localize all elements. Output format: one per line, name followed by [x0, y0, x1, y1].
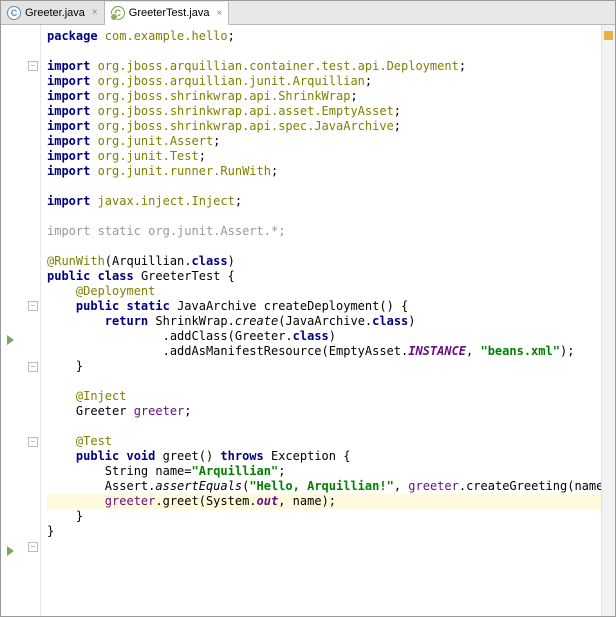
annotation: @Deployment	[76, 284, 155, 298]
junit-test-icon: C	[111, 6, 125, 20]
field-name: greeter	[134, 404, 185, 418]
warning-marker-icon[interactable]	[604, 31, 613, 40]
tab-greeter[interactable]: C Greeter.java ×	[1, 1, 105, 24]
highlighted-line: greeter.greet(System.out, name);	[47, 494, 601, 509]
import-path: org.junit.Assert	[98, 134, 214, 148]
method-name: greet()	[163, 449, 221, 463]
import-path: org.junit.runner.RunWith	[98, 164, 271, 178]
class-name: GreeterTest	[141, 269, 228, 283]
import-path: org.junit.Test	[98, 149, 199, 163]
annotation: @Inject	[76, 389, 127, 403]
fold-icon[interactable]: −	[28, 437, 38, 447]
java-class-icon: C	[7, 6, 21, 20]
keyword: import	[47, 164, 98, 178]
editor-tabs: C Greeter.java × C GreeterTest.java ×	[1, 1, 615, 25]
unused-import: import static org.junit.Assert.*;	[47, 224, 285, 238]
constant: INSTANCE	[408, 344, 466, 358]
fold-icon[interactable]: −	[28, 61, 38, 71]
error-stripe[interactable]	[601, 25, 615, 616]
keyword: import	[47, 104, 98, 118]
method-name: createDeployment()	[264, 299, 401, 313]
keyword: import	[47, 119, 98, 133]
string-literal: "Hello, Arquillian!"	[249, 479, 394, 493]
fold-icon[interactable]: −	[28, 301, 38, 311]
run-icon[interactable]	[7, 335, 14, 345]
constant: out	[257, 494, 279, 508]
string-literal: "beans.xml"	[480, 344, 559, 358]
annotation: @RunWith	[47, 254, 105, 268]
fold-icon[interactable]: −	[28, 362, 38, 372]
string-literal: "Arquillian"	[192, 464, 279, 478]
keyword: public	[47, 269, 98, 283]
close-icon[interactable]: ×	[92, 7, 98, 18]
keyword: import	[47, 74, 98, 88]
run-icon[interactable]	[7, 546, 14, 556]
import-path: org.jboss.arquillian.container.test.api.…	[98, 59, 459, 73]
code-area[interactable]: package com.example.hello; import org.jb…	[41, 25, 601, 616]
import-path: javax.inject.Inject	[98, 194, 235, 208]
import-path: org.jboss.shrinkwrap.api.spec.JavaArchiv…	[98, 119, 394, 133]
keyword: import	[47, 194, 98, 208]
annotation: @Test	[76, 434, 112, 448]
package-name: com.example.hello	[105, 29, 228, 43]
close-icon[interactable]: ×	[216, 8, 222, 19]
keyword: import	[47, 89, 98, 103]
tab-label: Greeter.java	[25, 7, 85, 19]
keyword: import	[47, 134, 98, 148]
keyword: package	[47, 29, 105, 43]
tab-greetertest[interactable]: C GreeterTest.java ×	[105, 2, 230, 25]
fold-icon[interactable]: −	[28, 542, 38, 552]
keyword: import	[47, 149, 98, 163]
tab-label: GreeterTest.java	[129, 7, 210, 19]
gutter[interactable]: − − − − −	[1, 25, 41, 616]
editor: − − − − − package com.example.hello; imp…	[1, 25, 615, 616]
keyword: import	[47, 59, 98, 73]
import-path: org.jboss.shrinkwrap.api.ShrinkWrap	[98, 89, 351, 103]
import-path: org.jboss.shrinkwrap.api.asset.EmptyAsse…	[98, 104, 394, 118]
import-path: org.jboss.arquillian.junit.Arquillian	[98, 74, 365, 88]
